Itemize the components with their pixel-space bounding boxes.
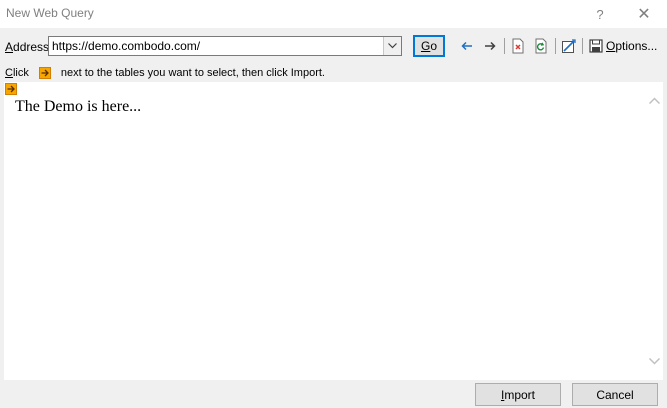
forward-button[interactable]: [481, 37, 499, 55]
scroll-down-button[interactable]: [646, 353, 663, 370]
address-combobox[interactable]: [48, 36, 402, 56]
page-select-arrow-icon[interactable]: [5, 83, 17, 95]
address-label: Address:: [5, 40, 53, 54]
toolbar-separator: [504, 38, 505, 54]
chevron-down-icon: [388, 43, 397, 49]
instruction-prefix: Click: [5, 67, 29, 79]
table-select-arrow-icon: [38, 67, 51, 79]
close-icon: ✕: [637, 6, 651, 23]
scroll-up-button[interactable]: [646, 92, 663, 109]
instruction-text: Click next to the tables you want to sel…: [5, 67, 325, 79]
refresh-button[interactable]: [532, 37, 550, 55]
address-dropdown-button[interactable]: [383, 37, 401, 55]
help-button[interactable]: ?: [580, 0, 620, 28]
close-button[interactable]: ✕: [624, 0, 664, 28]
toolbar-separator: [582, 38, 583, 54]
back-arrow-icon: [461, 41, 472, 51]
web-preview-pane[interactable]: The Demo is here...: [4, 82, 663, 380]
import-button-label: Import: [500, 387, 536, 402]
window-title: New Web Query: [6, 6, 94, 20]
help-icon: ?: [596, 6, 604, 22]
forward-arrow-icon: [485, 41, 496, 51]
go-button-label: Go: [420, 39, 438, 53]
options-icon: [589, 39, 603, 53]
chevron-down-icon: [649, 358, 660, 365]
chevron-up-icon: [649, 97, 660, 104]
refresh-icon: [535, 38, 547, 54]
options-label: Options...: [606, 39, 658, 53]
cancel-button-label: Cancel: [596, 387, 634, 402]
go-button[interactable]: Go: [413, 35, 445, 57]
toolbar-separator: [555, 38, 556, 54]
stop-button[interactable]: [509, 37, 527, 55]
options-button[interactable]: Options...: [589, 37, 657, 55]
save-query-icon: [562, 39, 576, 53]
cancel-button[interactable]: Cancel: [572, 383, 658, 406]
import-button[interactable]: Import: [475, 383, 561, 406]
instruction-suffix: next to the tables you want to select, t…: [60, 67, 325, 79]
stop-icon: [512, 38, 524, 54]
show-icons-button[interactable]: [560, 37, 578, 55]
vertical-scrollbar[interactable]: [646, 82, 663, 380]
back-button[interactable]: [458, 37, 476, 55]
page-text: The Demo is here...: [15, 98, 142, 115]
address-row: Address: Go: [0, 34, 667, 60]
address-input[interactable]: [51, 38, 382, 54]
title-bar: New Web Query ? ✕: [0, 0, 667, 28]
